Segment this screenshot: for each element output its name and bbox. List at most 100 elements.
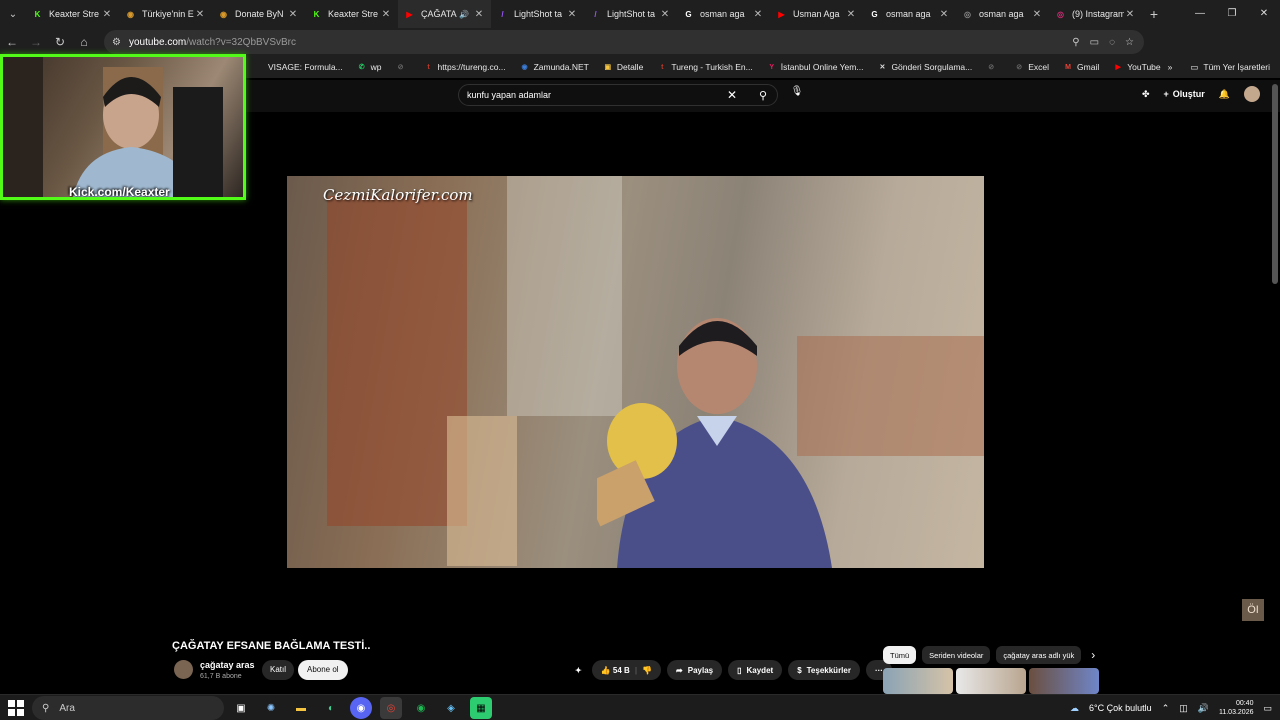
- bookmarks-overflow-icon[interactable]: »: [1168, 62, 1173, 72]
- page-scrollbar[interactable]: [1272, 84, 1278, 284]
- account-avatar[interactable]: [1244, 86, 1260, 102]
- tab-close-icon[interactable]: ✕: [287, 9, 299, 20]
- tab-close-icon[interactable]: ✕: [1031, 9, 1043, 20]
- tab-close-icon[interactable]: ✕: [1124, 9, 1136, 20]
- browser-tab[interactable]: / LightShot ta ✕: [584, 0, 677, 28]
- browser-tab[interactable]: ◎ (9) Instagram ✕: [1049, 0, 1142, 28]
- share-button[interactable]: ➦ Paylaş: [667, 660, 723, 680]
- chip-channel[interactable]: çağatay aras adlı yük: [996, 646, 1082, 664]
- create-button[interactable]: + Oluştur: [1164, 89, 1205, 99]
- clear-search-icon[interactable]: ✕: [727, 88, 737, 102]
- notification-icon[interactable]: ▭: [1263, 703, 1272, 714]
- subscribe-button[interactable]: Abone ol: [298, 660, 348, 680]
- game-app-icon[interactable]: ▦: [470, 697, 492, 719]
- bookmark-item[interactable]: VISAGE: Formula...: [254, 62, 343, 72]
- site-info-icon[interactable]: ⚙: [112, 37, 121, 48]
- tab-close-icon[interactable]: ✕: [752, 9, 764, 20]
- chrome-icon[interactable]: ◎: [380, 697, 402, 719]
- browser-tab[interactable]: Gosman aga ✕: [677, 0, 770, 28]
- bookmark-item[interactable]: ◉ Zamunda.NET: [520, 62, 589, 72]
- bookmark-item[interactable]: ✕ Gönderi Sorgulama...: [877, 62, 973, 72]
- file-explorer-icon[interactable]: ▬: [290, 697, 312, 719]
- bookmark-item[interactable]: ▶ YouTube: [1113, 62, 1161, 72]
- tab-search-chevron-icon[interactable]: ⌄: [0, 0, 26, 28]
- browser-tab[interactable]: ◉ Türkiye'nin E ✕: [119, 0, 212, 28]
- windows-start-icon[interactable]: [8, 700, 24, 716]
- tab-close-icon[interactable]: ✕: [566, 9, 578, 20]
- spotify-icon[interactable]: ◉: [410, 697, 432, 719]
- search-icon[interactable]: ⚲: [759, 89, 767, 102]
- chevron-right-icon[interactable]: ›: [1091, 646, 1095, 664]
- browser-tab[interactable]: / LightShot ta ✕: [491, 0, 584, 28]
- browser-tab[interactable]: ▶ Usman Aga ✕: [770, 0, 863, 28]
- reload-icon[interactable]: ↻: [48, 35, 72, 49]
- tab-close-icon[interactable]: ✕: [473, 9, 485, 20]
- apps-icon[interactable]: ✤: [1142, 89, 1150, 100]
- all-bookmarks-link[interactable]: Tüm Yer İşaretleri: [1203, 62, 1270, 72]
- browser-tab[interactable]: Gosman aga ✕: [863, 0, 956, 28]
- weather-text[interactable]: 6°C Çok bulutlu: [1089, 703, 1152, 713]
- zoom-icon[interactable]: ⚲: [1072, 37, 1079, 48]
- bookmark-item[interactable]: t Tureng - Turkish En...: [657, 62, 753, 72]
- bookmark-item[interactable]: ⊘ Excel: [1014, 62, 1049, 72]
- bookmark-item[interactable]: ⊘: [986, 62, 1000, 72]
- bookmark-item[interactable]: Y İstanbul Online Yem...: [767, 62, 863, 72]
- browser-tab[interactable]: ◎ osman aga ✕: [956, 0, 1049, 28]
- like-button[interactable]: 👍 54 B: [601, 666, 630, 675]
- bookmark-item[interactable]: M Gmail: [1063, 62, 1099, 72]
- save-button[interactable]: ▯ Kaydet: [728, 660, 783, 680]
- steam-icon[interactable]: ◈: [440, 697, 462, 719]
- related-thumbnail[interactable]: [883, 668, 953, 694]
- edge-icon[interactable]: ◐: [320, 697, 342, 719]
- cast-icon[interactable]: ▭: [1090, 37, 1099, 48]
- related-thumbnail[interactable]: [956, 668, 1026, 694]
- bookmark-item[interactable]: ✆ wp: [357, 62, 382, 72]
- browser-tab[interactable]: ▶ ÇAĞATA 🔊 ✕: [398, 0, 491, 28]
- tab-close-icon[interactable]: ✕: [845, 9, 857, 20]
- taskbar-clock[interactable]: 00:40 11.03.2026: [1219, 699, 1254, 717]
- tab-close-icon[interactable]: ✕: [194, 9, 206, 20]
- related-thumbnail[interactable]: [1029, 668, 1099, 694]
- bookmark-item[interactable]: ▣ Detalle: [603, 62, 644, 72]
- copilot-icon[interactable]: ✺: [260, 697, 282, 719]
- weather-cloud-icon[interactable]: ☁: [1070, 703, 1079, 714]
- volume-icon[interactable]: 🔊: [1198, 703, 1209, 714]
- network-icon[interactable]: ◫: [1179, 703, 1188, 714]
- search-input[interactable]: kunfu yapan adamlar ✕ ⚲: [458, 84, 778, 106]
- chip-series[interactable]: Seriden videolar: [922, 646, 991, 664]
- tab-close-icon[interactable]: ✕: [380, 9, 392, 20]
- chip-all[interactable]: Tümü: [883, 646, 917, 664]
- home-icon[interactable]: ⌂: [72, 35, 96, 49]
- tab-close-icon[interactable]: ✕: [938, 9, 950, 20]
- browser-tab[interactable]: K Keaxter Stre ✕: [26, 0, 119, 28]
- thumb-down-icon[interactable]: 👎: [642, 666, 652, 675]
- browser-tab[interactable]: ◉ Donate ByN ✕: [212, 0, 305, 28]
- task-view-icon[interactable]: ▣: [230, 697, 252, 719]
- join-button[interactable]: Katıl: [262, 660, 295, 680]
- new-tab-button[interactable]: +: [1142, 6, 1166, 22]
- forward-icon[interactable]: →: [24, 35, 48, 49]
- close-window-icon[interactable]: ✕: [1248, 0, 1280, 28]
- ai-assist-icon[interactable]: ✦: [575, 666, 582, 675]
- discord-icon[interactable]: ◉: [350, 697, 372, 719]
- tab-close-icon[interactable]: ✕: [101, 9, 113, 20]
- tab-close-icon[interactable]: ✕: [659, 9, 671, 20]
- video-frame[interactable]: CezmiKalorifer.com: [287, 176, 984, 568]
- notifications-bell-icon[interactable]: 🔔: [1219, 89, 1230, 100]
- restore-icon[interactable]: ❐: [1216, 0, 1248, 28]
- bookmark-star-icon[interactable]: ☆: [1125, 37, 1134, 48]
- browser-tab[interactable]: K Keaxter Stre ✕: [305, 0, 398, 28]
- tray-overflow-icon[interactable]: ⌃: [1162, 703, 1170, 714]
- back-icon[interactable]: ←: [0, 35, 24, 49]
- taskbar-search-input[interactable]: ⚲ Ara: [32, 696, 224, 720]
- channel-name[interactable]: çağatay aras: [200, 660, 255, 670]
- microphone-icon[interactable]: 🎙: [788, 86, 806, 104]
- minimize-icon[interactable]: —: [1184, 0, 1216, 28]
- tab-audio-icon[interactable]: 🔊: [459, 10, 469, 19]
- thanks-button[interactable]: $ Teşekkürler: [788, 660, 860, 680]
- bookmark-item[interactable]: ⊘: [396, 62, 410, 72]
- eye-off-icon[interactable]: ◌: [1109, 37, 1115, 48]
- channel-watermark[interactable]: ÖI: [1242, 599, 1264, 621]
- bookmark-item[interactable]: t https://tureng.co...: [424, 62, 505, 72]
- channel-avatar[interactable]: [174, 660, 193, 679]
